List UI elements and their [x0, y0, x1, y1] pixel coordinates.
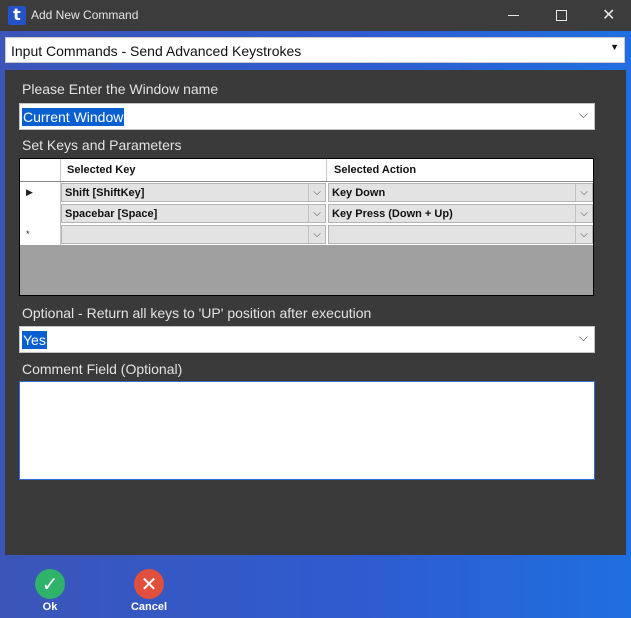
action-select-cell[interactable]: Key Down ⌵ — [328, 183, 593, 202]
comment-field[interactable] — [19, 381, 595, 480]
release-keys-label: Optional - Return all keys to 'UP' posit… — [22, 305, 372, 321]
action-value: Key Press (Down + Up) — [332, 208, 453, 220]
keys-parameters-label: Set Keys and Parameters — [22, 137, 182, 153]
chevron-down-icon[interactable]: ⌵ — [575, 205, 592, 222]
grid-header: Selected Key Selected Action — [20, 159, 593, 182]
cancel-x-icon: ✕ — [134, 569, 164, 599]
row-header[interactable]: * — [20, 224, 61, 245]
key-select-cell[interactable]: Spacebar [Space] ⌵ — [61, 204, 326, 223]
row-header[interactable]: ▶ — [20, 182, 61, 203]
close-icon: ✕ — [602, 5, 616, 24]
chevron-down-icon[interactable]: ⌵ — [579, 330, 588, 345]
dropdown-arrow-icon: ▼ — [610, 42, 619, 52]
new-row-asterisk-icon: * — [26, 229, 30, 239]
minimize-button[interactable] — [491, 0, 537, 31]
window-name-label: Please Enter the Window name — [22, 81, 219, 97]
header-divider — [326, 159, 327, 181]
chevron-down-icon[interactable]: ⌵ — [579, 107, 588, 122]
maximize-icon — [556, 10, 567, 21]
maximize-button[interactable] — [538, 0, 584, 31]
release-keys-combo[interactable]: Yes ⌵ — [19, 326, 595, 353]
key-value: Spacebar [Space] — [65, 208, 158, 220]
chevron-down-icon[interactable]: ⌵ — [308, 205, 325, 222]
cancel-label: Cancel — [130, 601, 168, 613]
table-row[interactable]: ▶ Shift [ShiftKey] ⌵ Key Down ⌵ — [20, 182, 593, 203]
action-select-cell[interactable]: ⌵ — [328, 225, 593, 244]
comment-label: Comment Field (Optional) — [22, 361, 183, 377]
key-select-cell[interactable]: ⌵ — [61, 225, 326, 244]
table-row[interactable]: Spacebar [Space] ⌵ Key Press (Down + Up)… — [20, 203, 593, 224]
close-button[interactable]: ✕ — [585, 0, 631, 31]
action-select-cell[interactable]: Key Press (Down + Up) ⌵ — [328, 204, 593, 223]
current-row-arrow-icon: ▶ — [26, 187, 33, 197]
row-header[interactable] — [20, 203, 61, 224]
cancel-button[interactable]: ✕ Cancel — [124, 569, 174, 613]
key-value: Shift [ShiftKey] — [65, 187, 145, 199]
window-name-combo[interactable]: Current Window ⌵ — [19, 103, 595, 130]
chevron-down-icon[interactable]: ⌵ — [575, 226, 592, 243]
window-title: Add New Command — [31, 8, 139, 22]
column-header-selected-key[interactable]: Selected Key — [67, 164, 135, 176]
ok-button[interactable]: ✓ Ok — [25, 569, 75, 613]
app-logo-icon: t — [8, 6, 26, 25]
chevron-down-icon[interactable]: ⌵ — [308, 184, 325, 201]
chevron-down-icon[interactable]: ⌵ — [575, 184, 592, 201]
release-keys-value: Yes — [22, 331, 47, 349]
minimize-icon — [508, 15, 519, 16]
ok-label: Ok — [42, 601, 58, 613]
column-header-selected-action[interactable]: Selected Action — [334, 164, 416, 176]
keys-grid: Selected Key Selected Action ▶ Shift [Sh… — [19, 158, 594, 296]
key-select-cell[interactable]: Shift [ShiftKey] ⌵ — [61, 183, 326, 202]
chevron-down-icon[interactable]: ⌵ — [308, 226, 325, 243]
header-divider — [60, 159, 61, 181]
command-type-value: Input Commands - Send Advanced Keystroke… — [11, 43, 302, 59]
command-type-select[interactable]: Input Commands - Send Advanced Keystroke… — [5, 37, 625, 63]
title-bar: t Add New Command ✕ — [0, 0, 631, 31]
window-name-value: Current Window — [22, 108, 125, 126]
new-row[interactable]: * ⌵ ⌵ — [20, 224, 593, 245]
add-command-dialog: t Add New Command ✕ Input Commands - Sen… — [0, 0, 631, 618]
action-value: Key Down — [332, 187, 386, 199]
check-icon: ✓ — [35, 569, 65, 599]
parameters-panel: Please Enter the Window name Current Win… — [5, 70, 626, 555]
